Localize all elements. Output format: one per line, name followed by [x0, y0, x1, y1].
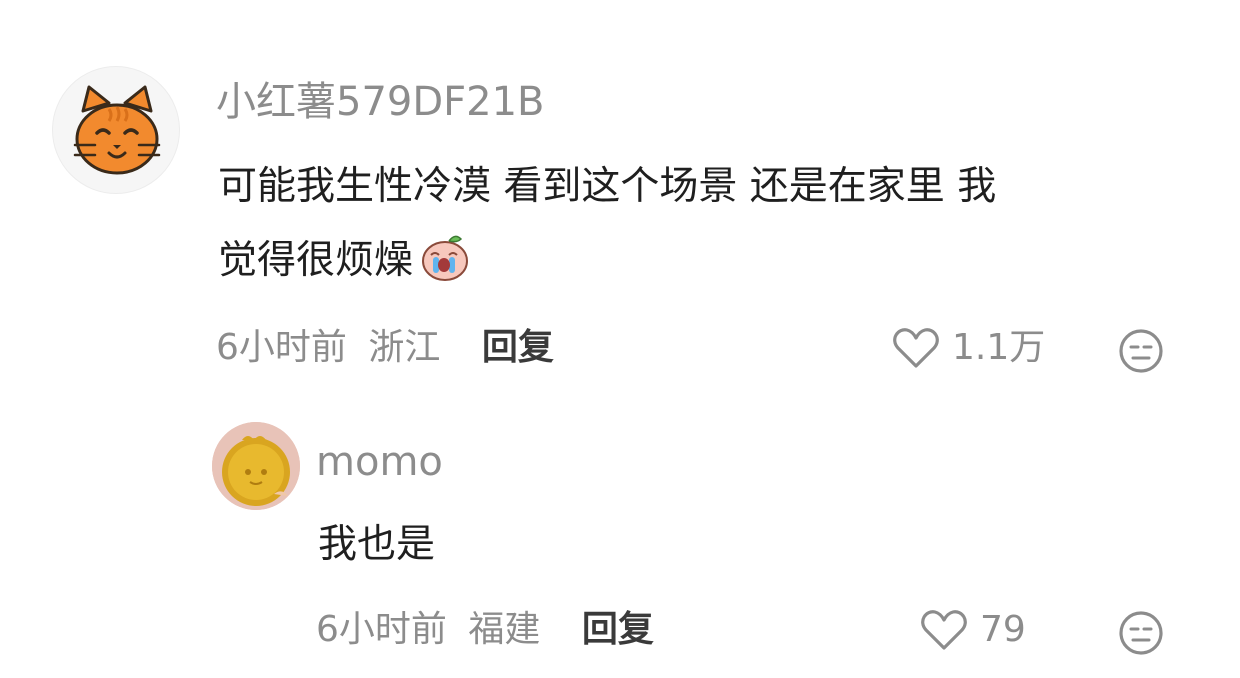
- neutral-face-icon: [1119, 611, 1163, 655]
- comment-text-line2: 觉得很烦燥: [218, 224, 996, 308]
- comment-username[interactable]: 小红薯579DF21B: [216, 78, 545, 126]
- gold-medal-avatar: [212, 422, 300, 510]
- comment-meta: 6小时前 浙江 回复: [216, 324, 554, 372]
- reply-username[interactable]: momo: [316, 438, 443, 486]
- cat-face-icon: [73, 85, 161, 175]
- comment-time: 6小时前: [216, 327, 347, 368]
- dislike-button[interactable]: [1118, 328, 1164, 378]
- comment-text-line2-text: 觉得很烦燥: [218, 238, 414, 283]
- reply-like-button[interactable]: 79: [920, 606, 1026, 654]
- reply-reply-button[interactable]: 回复: [582, 609, 654, 650]
- reply-button[interactable]: 回复: [482, 327, 554, 368]
- comment-text-line1: 可能我生性冷漠 看到这个场景 还是在家里 我: [218, 164, 997, 209]
- reply-time: 6小时前: [316, 609, 447, 650]
- heart-icon: [893, 328, 939, 368]
- reply-meta: 6小时前 福建 回复: [316, 606, 654, 654]
- comment-location: 浙江: [368, 327, 441, 368]
- neutral-face-icon: [1119, 329, 1163, 373]
- reply-like-count: 79: [980, 609, 1026, 650]
- reply-location: 福建: [468, 609, 541, 650]
- avatar[interactable]: [52, 66, 180, 194]
- reply-text: 我也是: [318, 522, 436, 567]
- like-count: 1.1万: [952, 327, 1046, 368]
- like-button[interactable]: 1.1万: [892, 324, 1045, 372]
- crying-face-icon: [419, 231, 471, 308]
- comment-text: 可能我生性冷漠 看到这个场景 还是在家里 我 觉得很烦燥: [218, 150, 996, 308]
- reply-dislike-button[interactable]: [1118, 610, 1164, 660]
- heart-icon: [921, 610, 967, 650]
- reply-avatar[interactable]: [212, 422, 300, 510]
